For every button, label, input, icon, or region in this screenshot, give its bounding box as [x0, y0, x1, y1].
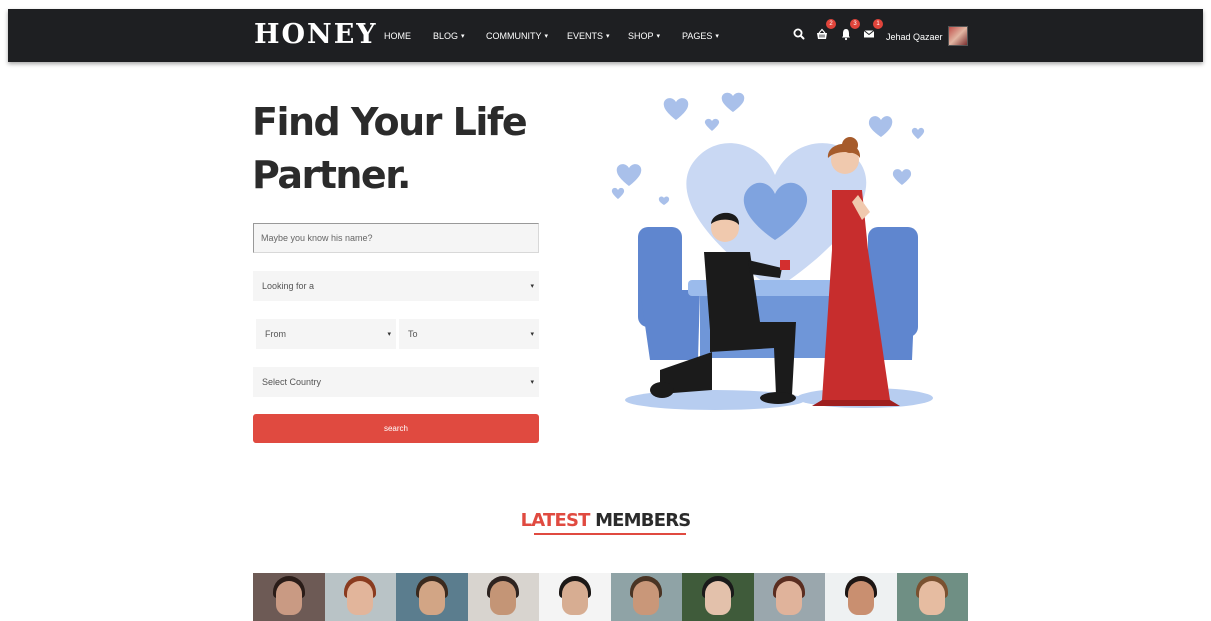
members-strip — [253, 573, 968, 621]
member-photo[interactable] — [610, 573, 682, 621]
caret-down-icon: ▾ — [544, 33, 549, 40]
member-photo[interactable] — [253, 573, 325, 621]
page-title: Find Your Life Partner. — [252, 96, 582, 202]
member-photo[interactable] — [825, 573, 897, 621]
caret-down-icon: ▾ — [606, 33, 610, 40]
member-photo[interactable] — [396, 573, 468, 621]
age-to-select[interactable]: To ▾ — [399, 319, 539, 349]
nav-home[interactable]: HOME — [384, 31, 411, 41]
nav-pages-label: PAGES — [682, 31, 713, 41]
nav-blog[interactable]: BLOG ▾ — [433, 31, 465, 41]
nav-events[interactable]: EVENTS ▾ — [567, 31, 610, 41]
brand-logo[interactable]: HONEY — [254, 19, 378, 50]
member-photo[interactable] — [467, 573, 539, 621]
nav-pages[interactable]: PAGES ▾ — [682, 31, 719, 41]
member-face — [347, 581, 374, 615]
country-value: Select Country — [262, 377, 322, 387]
search-icon[interactable] — [792, 27, 806, 41]
basket-badge: 2 — [826, 19, 836, 29]
title-accent: LATEST — [520, 510, 591, 531]
member-face — [847, 581, 874, 615]
title-line-2: Partner. — [252, 153, 411, 197]
age-from-select[interactable]: From ▾ — [256, 319, 396, 349]
member-face — [561, 581, 588, 615]
bell-badge: 3 — [850, 19, 860, 29]
nav-shop-label: SHOP — [628, 31, 654, 41]
member-face — [275, 581, 302, 615]
title-line-1: Find Your Life — [252, 100, 528, 144]
avatar[interactable] — [948, 26, 968, 46]
member-photo[interactable] — [539, 573, 611, 621]
select-arrow-icon: ▾ — [530, 331, 534, 338]
search-button[interactable]: search — [253, 414, 539, 443]
member-face — [490, 581, 517, 615]
name-search-input[interactable] — [253, 223, 539, 253]
top-navbar: HONEY HOME BLOG ▾ COMMUNITY ▾ EVENTS ▾ SHOP… — [8, 9, 1203, 62]
caret-down-icon: ▾ — [461, 33, 465, 40]
nav-blog-label: BLOG — [433, 31, 459, 41]
caret-down-icon: ▾ — [656, 33, 661, 40]
member-photo[interactable] — [753, 573, 825, 621]
caret-down-icon: ▾ — [715, 33, 719, 40]
member-face — [418, 581, 445, 615]
proposal-illustration — [600, 90, 950, 420]
select-arrow-icon: ▾ — [530, 283, 534, 290]
member-photo[interactable] — [324, 573, 396, 621]
member-photo[interactable] — [682, 573, 754, 621]
envelope-badge: 1 — [873, 19, 883, 29]
user-name[interactable]: Jehad Qazaer — [886, 32, 943, 42]
looking-for-value: Looking for a — [262, 281, 315, 291]
nav-events-label: EVENTS — [567, 31, 604, 41]
latest-members-title: LATEST MEMBERS — [0, 510, 1211, 531]
member-photo[interactable] — [896, 573, 968, 621]
member-face — [633, 581, 660, 615]
bell-icon[interactable]: 3 — [839, 19, 860, 41]
envelope-icon[interactable]: 1 — [862, 19, 883, 41]
shopping-basket-icon[interactable]: 2 — [815, 19, 836, 41]
title-rest: MEMBERS — [595, 510, 691, 531]
member-face — [776, 581, 803, 615]
title-underline — [534, 533, 686, 535]
nav-community-label: COMMUNITY — [486, 31, 542, 41]
age-from-value: From — [265, 329, 286, 339]
member-face — [704, 581, 731, 615]
age-to-value: To — [408, 329, 418, 339]
nav-shop[interactable]: SHOP ▾ — [628, 31, 660, 41]
looking-for-select[interactable]: Looking for a ▾ — [253, 271, 539, 301]
country-select[interactable]: Select Country ▾ — [253, 367, 539, 397]
select-arrow-icon: ▾ — [530, 379, 534, 386]
select-arrow-icon: ▾ — [387, 331, 391, 338]
member-face — [919, 581, 946, 615]
nav-community[interactable]: COMMUNITY ▾ — [486, 31, 548, 41]
nav-home-label: HOME — [384, 31, 411, 41]
